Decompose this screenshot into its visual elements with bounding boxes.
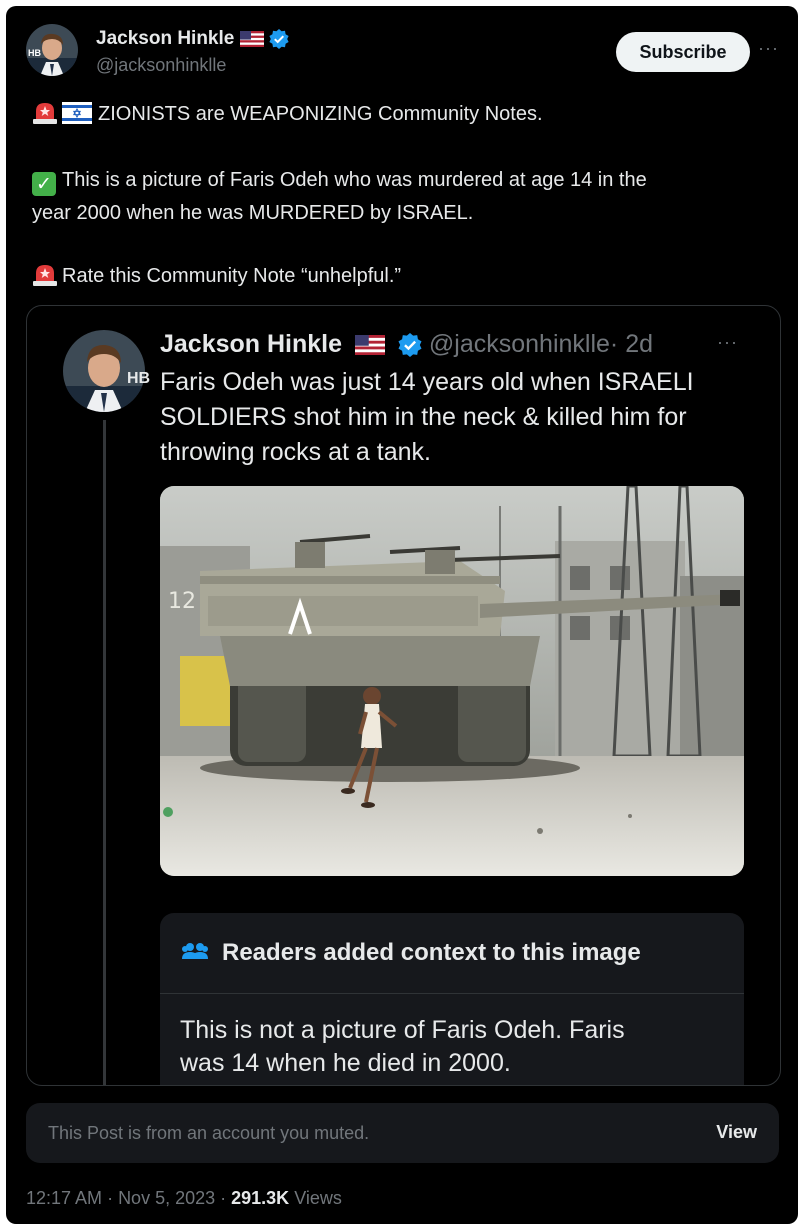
author-name-row[interactable]: Jackson Hinkle <box>96 28 289 50</box>
post-time[interactable]: 12:17 AM <box>26 1188 102 1208</box>
community-note-line-1: This is not a picture of Faris Odeh. Far… <box>180 1016 625 1044</box>
community-note-line-2: was 14 when he died in 2000. <box>180 1049 511 1077</box>
verified-badge-icon[interactable] <box>398 333 422 358</box>
more-options-icon[interactable]: ··· <box>758 38 779 59</box>
muted-post-notice: This Post is from an account you muted. … <box>26 1103 779 1163</box>
tweet-line-4: Rate this Community Note “unhelpful.” <box>62 265 402 287</box>
quoted-author-handle[interactable]: @jacksonhinklle <box>429 330 610 358</box>
community-note-title: Readers added context to this image <box>222 939 641 966</box>
view-button[interactable]: View <box>716 1122 757 1143</box>
tweet-line-2: This is a picture of Faris Odeh who was … <box>62 169 647 191</box>
us-flag-icon <box>239 30 264 47</box>
community-note[interactable]: Readers added context to this image This… <box>160 913 744 1085</box>
tweet-line-1: ZIONISTS are WEAPONIZING Community Notes… <box>98 103 543 125</box>
author-name[interactable]: Jackson Hinkle <box>96 28 234 49</box>
post-date[interactable]: Nov 5, 2023 <box>118 1188 215 1208</box>
quoted-time[interactable]: · 2d <box>610 330 653 358</box>
meta-separator: · <box>102 1188 119 1208</box>
meta-separator: · <box>215 1188 232 1208</box>
quoted-hb-mark: HB <box>127 370 151 387</box>
quoted-author-name[interactable]: Jackson Hinkle <box>160 330 342 358</box>
verified-badge-icon[interactable] <box>269 28 289 49</box>
post-metadata: 12:17 AM · Nov 5, 2023 · 291.3K Views <box>26 1188 342 1209</box>
quoted-line-1: Faris Odeh was just 14 years old when IS… <box>160 368 694 396</box>
quoted-photo[interactable]: 12 <box>160 486 744 876</box>
quoted-line-2: SOLDIERS shot him in the neck & killed h… <box>160 403 687 431</box>
muted-notice-text: This Post is from an account you muted. <box>48 1123 370 1143</box>
israel-flag-icon <box>62 102 92 124</box>
people-icon <box>182 943 208 959</box>
thread-connector-line <box>103 420 106 1085</box>
quoted-post[interactable]: HB Jackson Hinkle @jacksonhinklle· 2d ··… <box>26 305 781 1086</box>
tank-number: 12 <box>168 589 196 614</box>
siren-icon <box>33 265 57 286</box>
tweet-line-3: year 2000 when he was MURDERED by ISRAEL… <box>32 202 474 224</box>
views-label: Views <box>289 1188 342 1208</box>
svg-text:HB: HB <box>28 48 41 58</box>
author-avatar[interactable]: HB <box>26 24 78 76</box>
quoted-line-3: throwing rocks at a tank. <box>160 438 431 466</box>
siren-icon <box>33 103 57 124</box>
subscribe-button[interactable]: Subscribe <box>616 32 750 72</box>
quoted-header[interactable]: Jackson Hinkle @jacksonhinklle· 2d <box>160 330 653 359</box>
community-note-header[interactable]: Readers added context to this image <box>160 913 744 994</box>
author-handle[interactable]: @jacksonhinklle <box>96 55 226 76</box>
check-mark-icon: ✓ <box>32 172 56 196</box>
us-flag-icon <box>354 335 385 356</box>
quoted-more-options-icon[interactable]: ··· <box>717 332 738 353</box>
views-count[interactable]: 291.3K <box>231 1188 289 1208</box>
